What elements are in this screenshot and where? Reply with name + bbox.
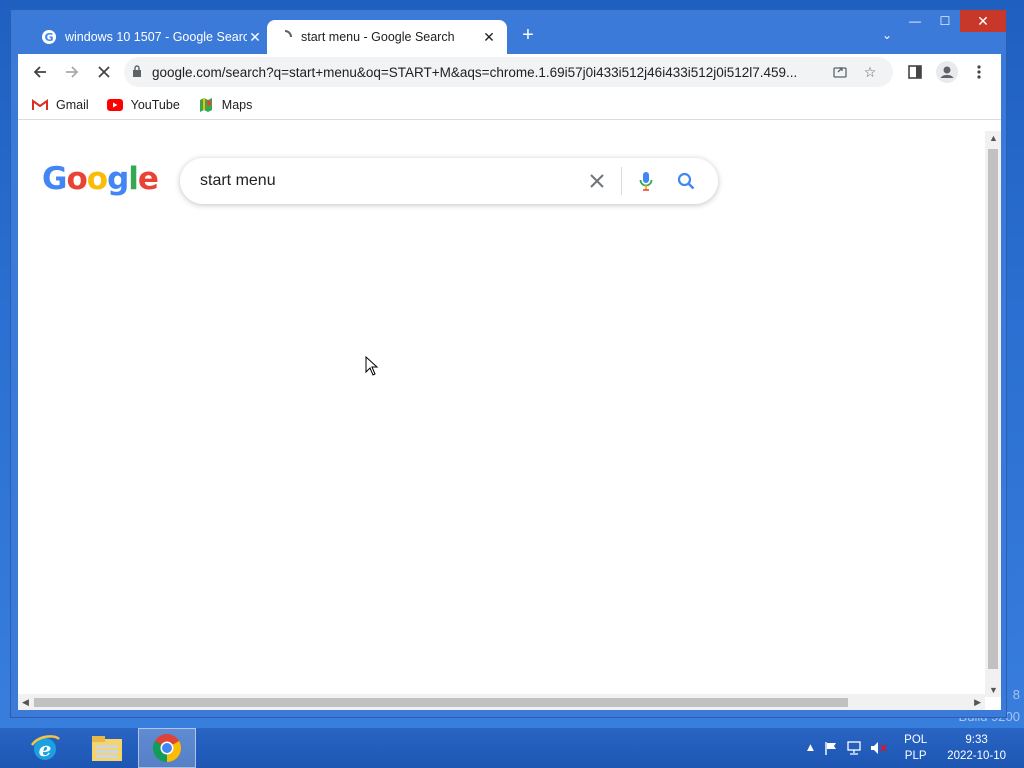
search-box[interactable]: start menu [180,158,718,204]
window-controls: — ☐ ✕ [900,10,1006,32]
tab-close-icon[interactable]: ✕ [247,29,263,46]
clock-date: 2022-10-10 [947,750,1006,762]
tab-start-menu[interactable]: start menu - Google Search ✕ [267,20,507,54]
share-icon[interactable] [825,64,855,81]
svg-text:e: e [39,737,52,761]
horizontal-scrollbar[interactable]: ◀ ▶ [18,694,985,710]
profile-avatar-icon [936,61,958,83]
input-language-indicator[interactable]: POL PLP [904,732,927,764]
microphone-icon[interactable] [626,171,666,191]
youtube-icon [106,98,123,111]
page-content: Google start menu ▲ ▼ ◀ ▶ [18,131,1001,710]
svg-text:G: G [44,31,53,44]
show-hidden-icons-icon[interactable]: ▲ [805,742,816,754]
horizontal-scroll-thumb[interactable] [34,698,848,707]
taskbar: e ▲ POL PLP 9:33 2022-10-10 [0,728,1024,768]
browser-area: google.com/search?q=start+menu&oq=START+… [18,54,1001,710]
bookmark-star-icon[interactable]: ☆ [855,64,885,81]
toolbar: google.com/search?q=start+menu&oq=START+… [18,54,1001,90]
vertical-scrollbar[interactable]: ▲ ▼ [985,131,1001,697]
system-tray: ▲ POL PLP 9:33 2022-10-10 [801,728,1024,768]
tab-search-chevron-icon[interactable]: ⌄ [882,28,892,42]
chrome-window: G windows 10 1507 - Google Search ✕ star… [10,9,1007,718]
clear-search-icon[interactable] [577,174,617,188]
stop-button[interactable] [88,56,120,88]
clock[interactable]: 9:33 2022-10-10 [947,732,1006,764]
scroll-down-arrow-icon[interactable]: ▼ [989,685,998,695]
tab-title: start menu - Google Search [301,30,455,44]
url-text[interactable]: google.com/search?q=start+menu&oq=START+… [152,65,825,80]
lock-icon [132,64,142,80]
keyboard-layout-code: PLP [904,750,927,762]
forward-button[interactable] [56,56,88,88]
profile-button[interactable] [931,56,963,88]
close-button[interactable]: ✕ [960,10,1006,32]
bookmark-gmail[interactable]: Gmail [32,98,89,112]
stop-x-icon [98,66,110,78]
maximize-button[interactable]: ☐ [930,10,960,32]
loading-spinner-icon [277,29,293,45]
bookmark-youtube[interactable]: YouTube [106,97,180,112]
side-panel-icon [908,65,922,79]
tab-title: windows 10 1507 - Google Search [65,30,247,44]
new-tab-button[interactable]: + [516,24,540,47]
vertical-scroll-thumb[interactable] [988,149,998,669]
chrome-icon[interactable] [138,728,196,768]
clock-time: 9:33 [965,734,988,746]
file-explorer-icon[interactable] [78,728,136,768]
language-code: POL [904,734,928,746]
tab-windows-10[interactable]: G windows 10 1507 - Google Search ✕ [31,20,273,54]
back-button[interactable] [24,56,56,88]
bookmark-maps[interactable]: Maps [198,97,253,113]
kebab-menu-icon [977,65,981,79]
volume-muted-icon[interactable] [870,741,888,755]
bookmark-label: YouTube [130,97,180,112]
bookmark-label: Maps [221,97,253,112]
action-center-flag-icon[interactable] [824,741,838,755]
menu-button[interactable] [963,56,995,88]
google-favicon-icon: G [41,29,57,45]
gmail-icon [32,98,48,111]
google-logo[interactable]: Google [42,161,159,197]
back-arrow-icon [33,66,46,78]
scroll-up-arrow-icon[interactable]: ▲ [989,133,998,143]
search-icon[interactable] [666,172,706,190]
maps-icon [198,97,214,113]
address-bar[interactable]: google.com/search?q=start+menu&oq=START+… [124,57,893,87]
tab-close-icon[interactable]: ✕ [481,29,497,46]
minimize-button[interactable]: — [900,10,930,32]
bookmarks-bar: Gmail YouTube Maps [18,90,1001,120]
title-bar[interactable]: G windows 10 1507 - Google Search ✕ star… [11,10,1006,54]
internet-explorer-icon[interactable]: e [16,728,74,768]
mouse-cursor-icon [365,355,379,381]
search-input[interactable]: start menu [200,172,577,190]
forward-arrow-icon [66,66,79,78]
side-panel-button[interactable] [899,56,931,88]
search-divider [621,167,622,195]
scroll-left-arrow-icon[interactable]: ◀ [22,697,29,708]
network-icon[interactable] [846,741,862,755]
bookmark-label: Gmail [56,97,89,112]
scroll-right-arrow-icon[interactable]: ▶ [974,697,981,708]
